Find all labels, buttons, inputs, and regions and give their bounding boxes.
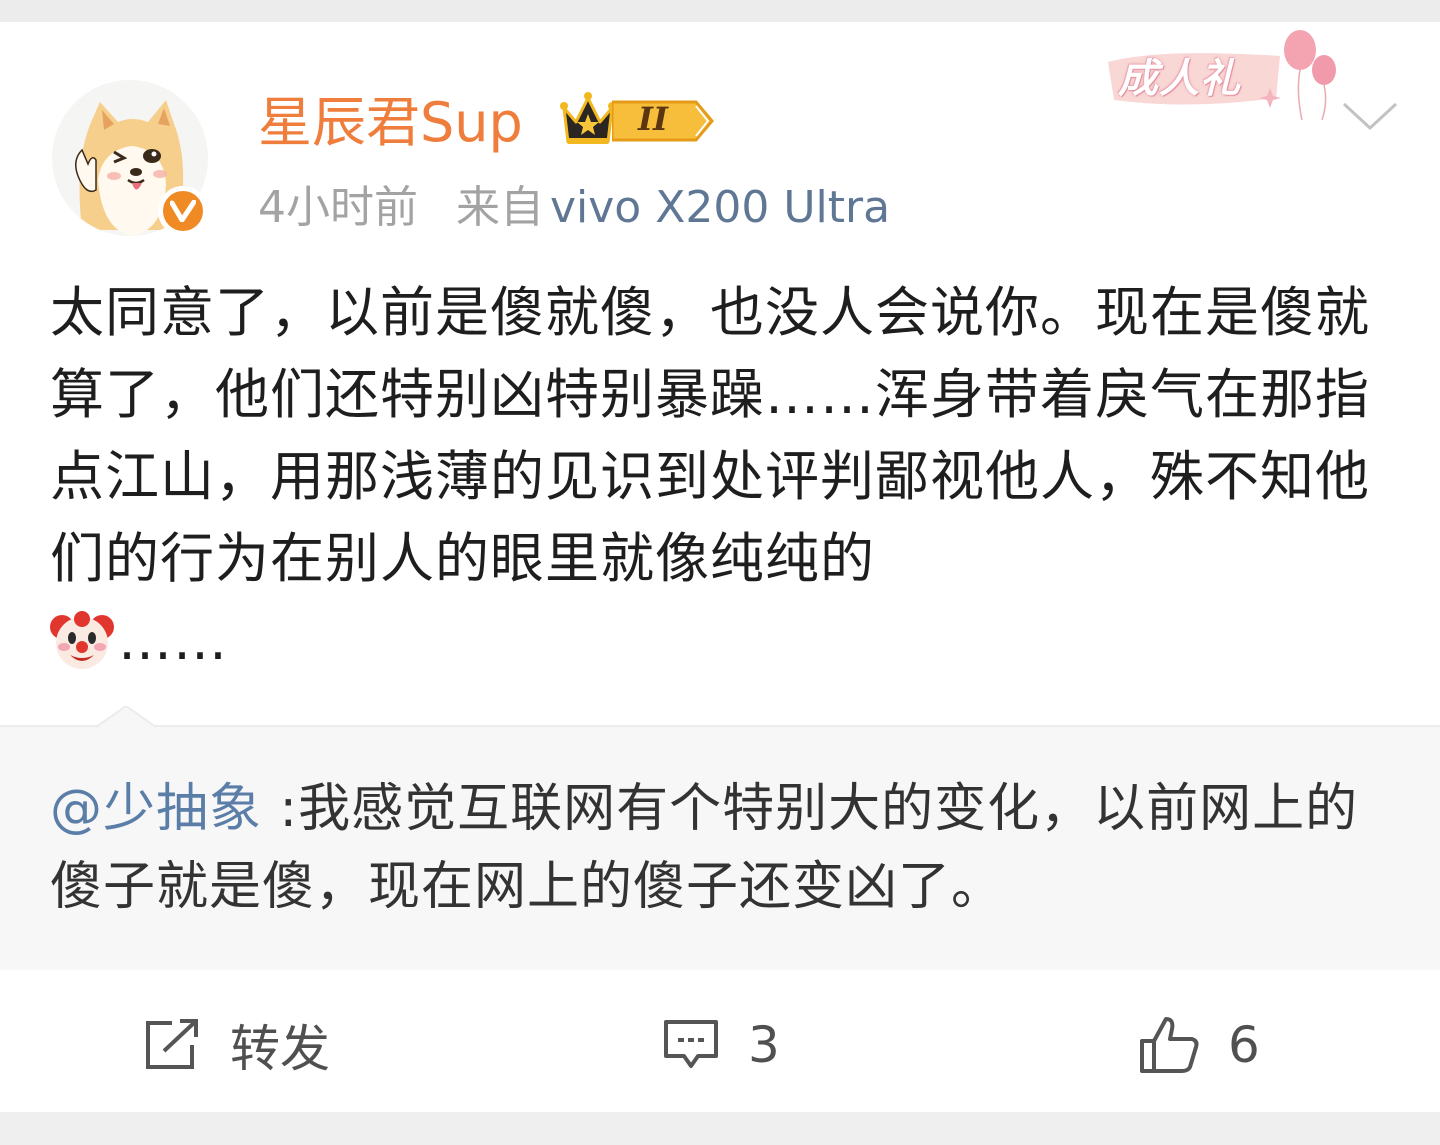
crown-icon xyxy=(560,90,616,150)
like-count: 6 xyxy=(1228,1016,1260,1074)
source-label: 来自 xyxy=(456,182,544,233)
comment-count: 3 xyxy=(748,1016,780,1074)
comment-icon xyxy=(664,1020,718,1068)
thumbs-up-icon xyxy=(1140,1017,1199,1073)
device-source-link[interactable]: vivo X200 Ultra xyxy=(550,182,890,233)
clown-face-icon xyxy=(50,607,114,671)
mention-link[interactable]: @少抽象 xyxy=(50,779,262,839)
level-badge[interactable]: II xyxy=(610,98,716,144)
username[interactable]: 星辰君Sup xyxy=(258,88,523,158)
like-button[interactable]: 6 xyxy=(1138,1010,1260,1080)
post-content: 太同意了，以前是傻就傻，也没人会说你。现在是傻就算了，他们还特别凶特别暴躁……浑… xyxy=(50,272,1380,682)
chevron-down-icon[interactable] xyxy=(1340,96,1400,136)
comment-button[interactable]: 3 xyxy=(662,1010,780,1080)
card-divider xyxy=(0,1112,1440,1145)
quoted-comment-text: @少抽象 :我感觉互联网有个特别大的变化，以前网上的傻子就是傻，现在网上的傻子还… xyxy=(50,770,1380,926)
ceremony-badge-text: 成人礼 xyxy=(1118,55,1241,102)
post-time: 4小时前 xyxy=(258,182,418,233)
repost-button[interactable]: 转发 xyxy=(142,1010,330,1080)
level-text: II xyxy=(638,100,668,138)
repost-label: 转发 xyxy=(230,1020,330,1078)
post-trailing-ellipsis: …… xyxy=(118,609,228,672)
verified-badge-icon xyxy=(158,186,208,236)
post-text: 太同意了，以前是傻就傻，也没人会说你。现在是傻就算了，他们还特别凶特别暴躁……浑… xyxy=(50,281,1370,590)
post-meta: 4小时前 来自 vivo X200 Ultra xyxy=(258,178,890,238)
repost-icon xyxy=(146,1019,198,1069)
quote-pointer xyxy=(95,704,157,728)
